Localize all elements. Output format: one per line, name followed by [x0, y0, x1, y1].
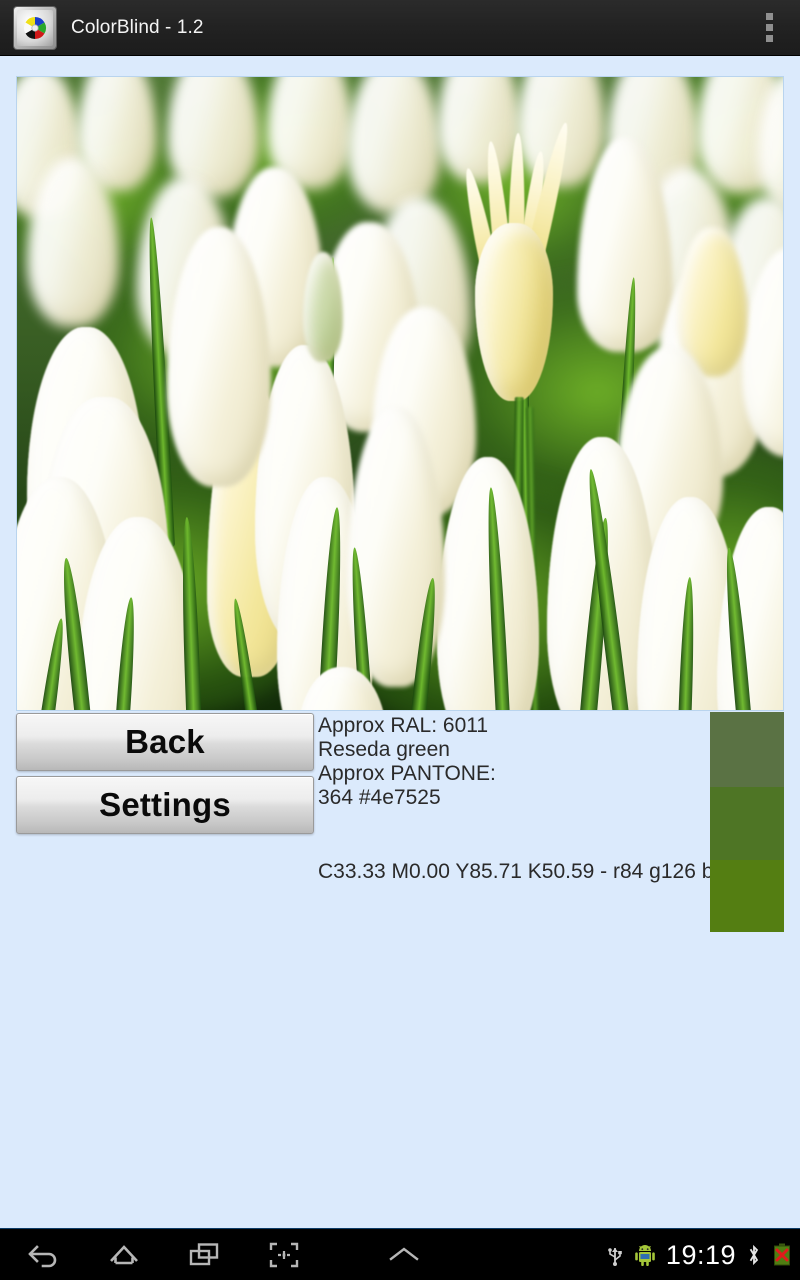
home-glyph	[110, 1244, 138, 1264]
chevron-up-icon[interactable]	[364, 1229, 444, 1280]
overflow-dot	[765, 24, 773, 31]
ral-6011-swatch	[710, 712, 784, 787]
color-swatch-stack	[710, 712, 784, 932]
back-button[interactable]: Back	[16, 713, 314, 771]
overflow-menu-icon[interactable]	[756, 11, 782, 45]
ral-name-line: Reseda green	[318, 738, 450, 761]
usb-icon	[606, 1243, 624, 1267]
app-screen: ColorBlind - 1.2 Back Settings Approx RA…	[0, 0, 800, 1280]
home-icon[interactable]	[84, 1229, 164, 1280]
nav-buttons-group	[4, 1229, 444, 1280]
action-bar: ColorBlind - 1.2	[0, 0, 800, 56]
white-tulips-field-photo[interactable]	[17, 77, 783, 710]
photo-frame[interactable]	[16, 76, 784, 711]
sampled-rgb-swatch	[710, 860, 784, 932]
pantone-value-line: 364 #4e7525	[318, 786, 441, 809]
focal-yellow-tulip	[455, 107, 577, 407]
recents-icon[interactable]	[164, 1229, 244, 1280]
colorblind-app-icon	[14, 6, 56, 49]
color-wheel-icon	[24, 16, 46, 39]
settings-button-label: Settings	[99, 786, 231, 823]
page-title: ColorBlind - 1.2	[71, 16, 204, 38]
recents-glyph	[189, 1242, 219, 1265]
app-icon-inner	[17, 9, 53, 46]
overflow-dot	[765, 35, 773, 42]
bluetooth-icon	[746, 1243, 762, 1267]
status-clock: 19:19	[665, 1239, 736, 1270]
overflow-dot	[765, 13, 773, 20]
cmyk-rgb-line: C33.33 M0.00 Y85.71 K50.59 - r84 g126 b1…	[318, 860, 710, 883]
ral-line: Approx RAL: 6011	[318, 714, 489, 737]
system-navigation-bar: 19:19	[0, 1228, 800, 1280]
screenshot-glyph	[269, 1242, 299, 1267]
screenshot-icon[interactable]	[244, 1229, 324, 1280]
bluetooth-glyph	[749, 1244, 759, 1266]
status-icons-group: 19:19	[606, 1229, 792, 1280]
color-info-block: Approx RAL: 6011 Reseda green Approx PAN…	[318, 714, 718, 810]
android-robot-icon	[634, 1243, 656, 1267]
chevron-up-glyph	[389, 1246, 419, 1261]
battery-error-icon	[772, 1242, 792, 1268]
usb-glyph	[608, 1248, 622, 1266]
android-robot-glyph	[635, 1245, 655, 1266]
back-icon[interactable]	[4, 1229, 84, 1280]
pantone-label-line: Approx PANTONE:	[318, 762, 496, 785]
battery-error-glyph	[774, 1243, 790, 1266]
back-arrow-glyph	[28, 1244, 57, 1267]
pantone-364-swatch	[710, 787, 784, 860]
back-button-label: Back	[125, 723, 205, 760]
settings-button[interactable]: Settings	[16, 776, 314, 834]
